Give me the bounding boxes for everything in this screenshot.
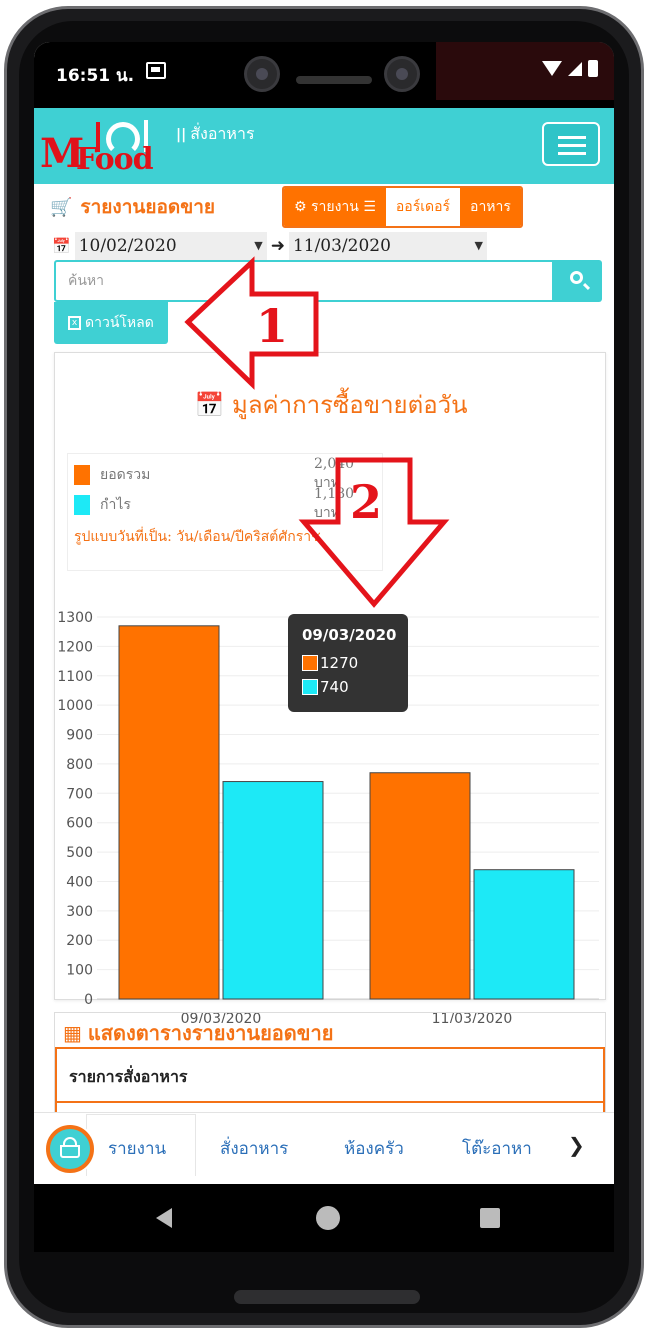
front-camera-icon [244, 56, 280, 92]
calendar-icon: 📅 [194, 391, 225, 419]
download-button[interactable]: x ดาวน์โหลด [54, 302, 168, 344]
speaker-grille [296, 76, 372, 84]
chevron-down-icon: ▼ [474, 239, 483, 252]
tab-report[interactable]: ⚙ รายงาน ☰ [284, 188, 386, 226]
table-icon: ▦ [63, 1021, 82, 1045]
y-tick-label: 1300 [57, 610, 93, 626]
date-to-select[interactable]: 11/03/2020 ▼ [288, 232, 487, 260]
status-time: 16:51 น. [56, 66, 135, 86]
y-tick-label: 1200 [57, 639, 93, 655]
hamburger-line [558, 144, 586, 147]
date-to-value: 11/03/2020 [292, 236, 391, 256]
cutlery-icon: || [176, 126, 187, 143]
date-format-note: รูปแบบวันที่เป็น: วัน/เดือน/ปีคริสต์ศักร… [74, 529, 321, 545]
report-title-text: รายงานยอดขาย [80, 196, 216, 218]
chart-tooltip: 09/03/2020 1270 740 [288, 614, 408, 712]
wifi-icon [542, 61, 562, 76]
chart-bar [369, 772, 471, 1000]
tooltip-value: 740 [320, 678, 349, 696]
date-from-value: 10/02/2020 [78, 236, 177, 256]
calendar-icon: 📅 [52, 237, 71, 255]
back-icon[interactable] [156, 1208, 172, 1228]
legend-swatch [74, 495, 90, 515]
arrow-right-icon: ➜ [270, 236, 285, 256]
hamburger-line [558, 136, 586, 139]
status-bar: 16:51 น. [34, 42, 614, 108]
nav-item-order[interactable]: สั่งอาหาร [220, 1135, 288, 1162]
signal-icon [568, 61, 582, 76]
basket-button[interactable] [46, 1125, 94, 1173]
date-range: 📅 10/02/2020 ▼ ➜ 11/03/2020 ▼ [52, 232, 487, 260]
y-tick-label: 0 [84, 992, 93, 1008]
battery-icon [588, 60, 598, 77]
legend-swatch [74, 465, 90, 485]
gallery-notification-icon [146, 62, 166, 79]
home-icon[interactable] [316, 1206, 340, 1230]
y-tick-label: 1100 [57, 669, 93, 685]
menu-toggle-button[interactable] [542, 122, 600, 166]
legend-label: ยอดรวม [100, 467, 151, 483]
logo-word-food: Food [76, 142, 154, 177]
y-tick-label: 100 [66, 963, 93, 979]
front-sensor-icon [384, 56, 420, 92]
y-tick-label: 500 [66, 845, 93, 861]
basket-icon-body [60, 1145, 80, 1158]
brand-subtitle-text: สั่งอาหาร [190, 124, 255, 143]
tooltip-title: 09/03/2020 [302, 626, 397, 644]
status-icons [542, 60, 598, 77]
download-label: ดาวน์โหลด [85, 315, 154, 331]
tooltip-value: 1270 [320, 654, 359, 672]
search-button[interactable] [554, 260, 602, 302]
tab-food[interactable]: อาหาร [460, 188, 521, 226]
legend-item[interactable]: ยอดรวม 2,040 บาท [74, 456, 374, 491]
y-tick-label: 900 [66, 728, 93, 744]
chart-bar [118, 625, 220, 1000]
tooltip-swatch [302, 655, 318, 671]
date-from-select[interactable]: 10/02/2020 ▼ [74, 232, 267, 260]
nav-item-kitchen[interactable]: ห้องครัว [344, 1135, 404, 1162]
chevron-down-icon: ▼ [254, 239, 263, 252]
excel-icon: x [68, 316, 81, 330]
table-title-text: แสดงตารางรายงานยอดขาย [87, 1021, 334, 1045]
legend-item[interactable]: กำไร 1,180 บาท [74, 486, 374, 521]
hamburger-line [558, 152, 586, 155]
legend-label: กำไร [100, 497, 131, 513]
bottom-speaker-grille [234, 1290, 420, 1304]
legend-value: 1,180 บาท [314, 486, 355, 521]
report-title: 🛒 รายงานยอดขาย [50, 192, 215, 222]
brand-subtitle[interactable]: || สั่งอาหาร [176, 122, 255, 147]
table-title: ▦ แสดงตารางรายงานยอดขาย [63, 1017, 333, 1049]
app-header: M Food || สั่งอาหาร [34, 108, 614, 184]
recents-icon[interactable] [480, 1208, 500, 1228]
y-tick-label: 300 [66, 904, 93, 920]
search-icon [570, 271, 583, 284]
tab-orders[interactable]: ออร์เดอร์ [385, 188, 461, 226]
app-screen: 16:51 น. M Food || สั่งอาหาร 🛒 รายงานยอด… [34, 42, 614, 1252]
nav-item-report[interactable]: รายงาน [108, 1135, 166, 1162]
bottom-nav: รายงาน สั่งอาหาร ห้องครัว โต๊ะอาหา ❯ [34, 1112, 614, 1184]
y-tick-label: 800 [66, 757, 93, 773]
nav-item-table[interactable]: โต๊ะอาหา [462, 1135, 532, 1162]
chart-bar [473, 869, 575, 1000]
cart-icon: 🛒 [50, 196, 73, 218]
tooltip-row: 740 [302, 678, 349, 696]
y-tick-label: 1000 [57, 698, 93, 714]
search-input[interactable]: ค้นหา [54, 260, 554, 302]
y-tick-label: 400 [66, 874, 93, 890]
android-nav-bar [34, 1184, 614, 1252]
report-tab-group: ⚙ รายงาน ☰ ออร์เดอร์ อาหาร [282, 186, 523, 228]
table-header: รายการสั่งอาหาร [55, 1047, 605, 1103]
chart-bar [222, 781, 324, 1000]
y-tick-label: 600 [66, 816, 93, 832]
chevron-right-icon[interactable]: ❯ [568, 1133, 585, 1157]
tooltip-swatch [302, 679, 318, 695]
tooltip-row: 1270 [302, 654, 358, 672]
chart-title-text: มูลค่าการซื้อขายต่อวัน [232, 391, 468, 419]
y-tick-label: 700 [66, 786, 93, 802]
y-tick-label: 200 [66, 933, 93, 949]
chart-title: 📅 มูลค่าการซื้อขายต่อวัน [55, 385, 607, 424]
